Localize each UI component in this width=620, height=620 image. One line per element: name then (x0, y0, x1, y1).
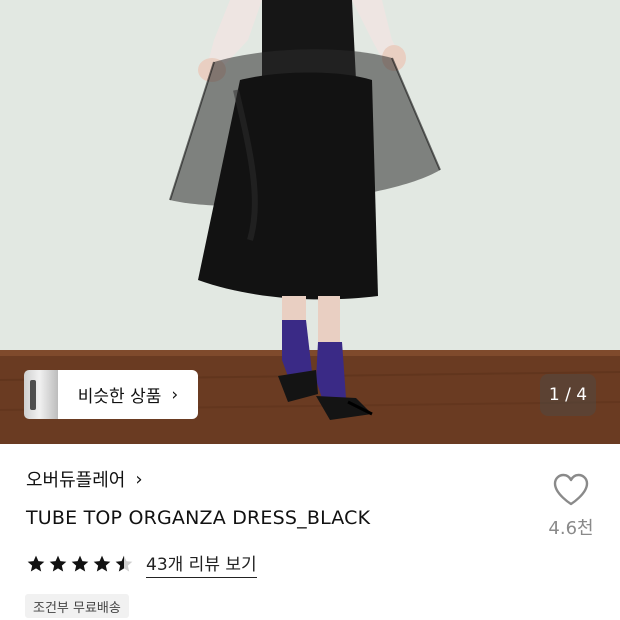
rating-row: 43개 리뷰 보기 (26, 550, 257, 578)
chevron-right-icon: › (135, 468, 143, 490)
chevron-right-icon: › (171, 384, 179, 405)
similar-products-label: 비슷한 상품 (77, 387, 162, 407)
star-full-icon (49, 555, 67, 572)
similar-product-thumbnail (24, 370, 58, 419)
like-count: 4.6천 (548, 518, 594, 539)
brand-link[interactable]: 오버듀플레어 › (26, 466, 143, 492)
heart-outline-icon (553, 473, 589, 506)
like-button[interactable]: 4.6천 (540, 472, 602, 540)
brand-name: 오버듀플레어 (26, 470, 126, 491)
review-link[interactable]: 43개 리뷰 보기 (146, 550, 257, 578)
similar-products-button[interactable]: 비슷한 상품 › (24, 370, 198, 419)
star-full-icon (27, 555, 45, 572)
product-title: TUBE TOP ORGANZA DRESS_BLACK (26, 507, 371, 529)
similar-products-label-box: 비슷한 상품 › (58, 370, 198, 419)
product-image[interactable]: 비슷한 상품 › 1 / 4 (0, 0, 620, 444)
image-pager: 1 / 4 (540, 374, 596, 416)
shipping-badge: 조건부 무료배송 (25, 594, 129, 618)
star-full-icon (93, 555, 111, 572)
image-pager-text: 1 / 4 (548, 385, 588, 405)
star-half-icon (115, 555, 133, 572)
rating-stars (26, 554, 134, 574)
star-full-icon (71, 555, 89, 572)
